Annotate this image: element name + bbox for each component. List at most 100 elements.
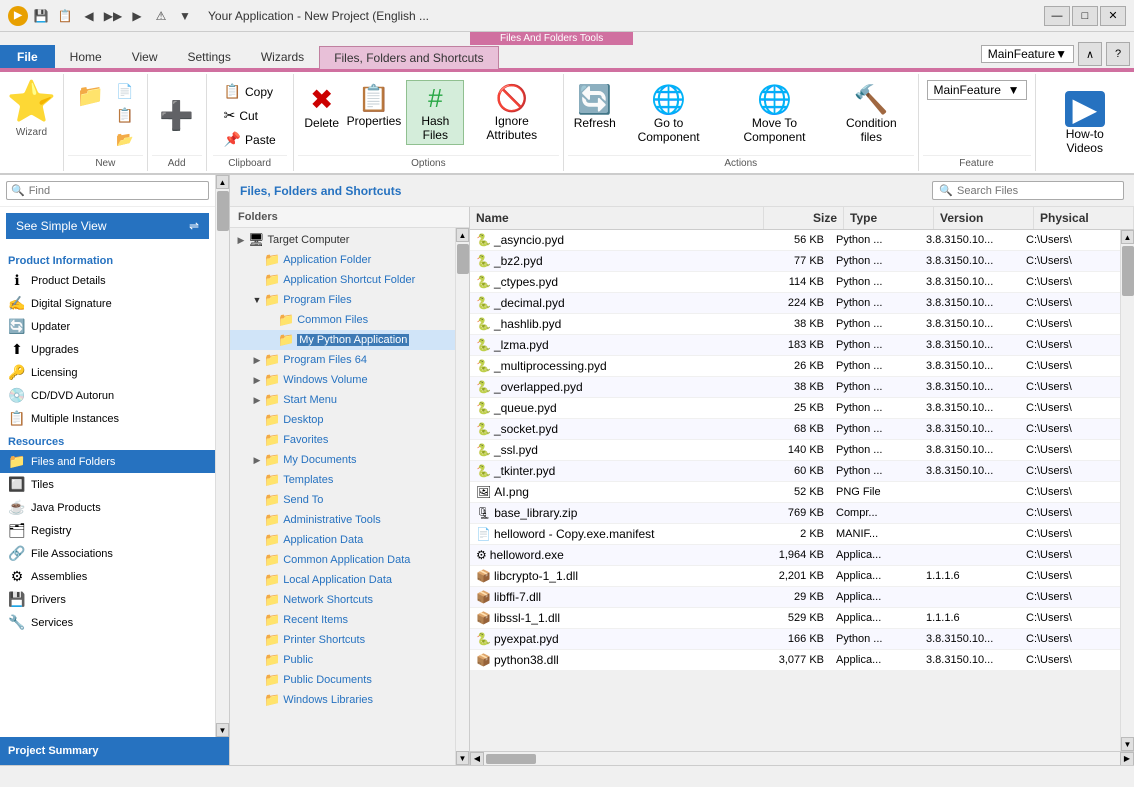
clipboard-quick-btn[interactable]: 📋 xyxy=(54,5,76,27)
refresh-btn[interactable]: 🔄 Refresh xyxy=(572,80,617,133)
sidebar-item-upgrades[interactable]: ⬆ Upgrades xyxy=(0,338,215,361)
sidebar-item-assemblies[interactable]: ⚙ Assemblies xyxy=(0,565,215,588)
hscroll-thumb[interactable] xyxy=(486,754,536,764)
table-row[interactable]: 🐍 _multiprocessing.pyd 26 KB Python ... … xyxy=(470,356,1120,377)
goto-component-btn[interactable]: 🌐 Go to Component xyxy=(621,80,716,147)
new-item-btn-2[interactable]: 📋 xyxy=(111,104,138,127)
table-row[interactable]: 🐍 _lzma.pyd 183 KB Python ... 3.8.3150.1… xyxy=(470,335,1120,356)
copy-btn[interactable]: 📋Copy xyxy=(217,80,283,103)
tree-item-favorites[interactable]: 📁 Favorites xyxy=(230,430,455,450)
sidebar-search-input[interactable] xyxy=(29,185,204,197)
sidebar-item-java-products[interactable]: ☕ Java Products xyxy=(0,496,215,519)
hscroll-left[interactable]: ◀ xyxy=(470,752,484,766)
tree-item-admin-tools[interactable]: 📁 Administrative Tools xyxy=(230,510,455,530)
sidebar-item-services[interactable]: 🔧 Services xyxy=(0,611,215,634)
paste-btn[interactable]: 📌Paste xyxy=(217,128,283,151)
table-row[interactable]: 📦 libffi-7.dll 29 KB Applica... C:\Users… xyxy=(470,587,1120,608)
new-item-btn-1[interactable]: 📄 xyxy=(111,80,138,103)
col-header-size[interactable]: Size xyxy=(764,207,844,229)
cut-btn[interactable]: ✂Cut xyxy=(217,104,283,127)
tab-view[interactable]: View xyxy=(117,45,173,68)
table-row[interactable]: 🗜 base_library.zip 769 KB Compr... C:\Us… xyxy=(470,503,1120,524)
save-quick-btn[interactable]: 💾 xyxy=(30,5,52,27)
col-header-version[interactable]: Version xyxy=(934,207,1034,229)
table-row[interactable]: 📦 libssl-1_1.dll 529 KB Applica... 1.1.1… xyxy=(470,608,1120,629)
table-row[interactable]: 🐍 _decimal.pyd 224 KB Python ... 3.8.315… xyxy=(470,293,1120,314)
tree-item-app-folder[interactable]: 📁 Application Folder xyxy=(230,250,455,270)
tree-scroll-up[interactable]: ▲ xyxy=(456,228,469,242)
tree-item-windows-libraries[interactable]: 📁 Windows Libraries xyxy=(230,690,455,710)
ignore-attributes-btn[interactable]: 🚫 Ignore Attributes xyxy=(468,80,555,145)
table-row[interactable]: 🐍 _queue.pyd 25 KB Python ... 3.8.3150.1… xyxy=(470,398,1120,419)
table-row[interactable]: 🐍 _overlapped.pyd 38 KB Python ... 3.8.3… xyxy=(470,377,1120,398)
table-row[interactable]: 🐍 pyexpat.pyd 166 KB Python ... 3.8.3150… xyxy=(470,629,1120,650)
table-row[interactable]: 🖼 AI.png 52 KB PNG File C:\Users\ xyxy=(470,482,1120,503)
col-header-type[interactable]: Type xyxy=(844,207,934,229)
run-btn[interactable]: ▶▶ xyxy=(102,5,124,27)
tree-item-program-files[interactable]: ▼ 📁 Program Files xyxy=(230,290,455,310)
sidebar-scroll-thumb[interactable] xyxy=(217,191,229,231)
tree-item-my-documents[interactable]: ▶ 📁 My Documents xyxy=(230,450,455,470)
tree-item-my-python-app[interactable]: 📁 My Python Application xyxy=(230,330,455,350)
tree-scroll-down[interactable]: ▼ xyxy=(456,751,469,765)
file-scroll-up[interactable]: ▲ xyxy=(1121,230,1134,244)
content-search-input[interactable] xyxy=(957,185,1117,197)
tree-item-windows-volume[interactable]: ▶ 📁 Windows Volume xyxy=(230,370,455,390)
tree-item-desktop[interactable]: 📁 Desktop xyxy=(230,410,455,430)
project-summary-btn[interactable]: Project Summary xyxy=(0,737,229,765)
table-row[interactable]: 📦 libcrypto-1_1.dll 2,201 KB Applica... … xyxy=(470,566,1120,587)
file-scroll-down[interactable]: ▼ xyxy=(1121,737,1134,751)
feature-dropdown-inline[interactable]: MainFeature ▼ xyxy=(927,80,1027,100)
warn-btn[interactable]: ⚠ xyxy=(150,5,172,27)
table-row[interactable]: 🐍 _asyncio.pyd 56 KB Python ... 3.8.3150… xyxy=(470,230,1120,251)
sidebar-item-multiple-instances[interactable]: 📋 Multiple Instances xyxy=(0,407,215,430)
tree-item-local-app-data[interactable]: 📁 Local Application Data xyxy=(230,570,455,590)
col-header-name[interactable]: Name xyxy=(470,207,764,229)
minimize-btn[interactable]: — xyxy=(1044,6,1070,26)
tree-item-start-menu[interactable]: ▶ 📁 Start Menu xyxy=(230,390,455,410)
sidebar-scroll-down[interactable]: ▼ xyxy=(216,723,229,737)
ribbon-collapse-btn[interactable]: ∧ xyxy=(1078,42,1102,66)
ribbon-help-btn[interactable]: ? xyxy=(1106,42,1130,66)
table-row[interactable]: 🐍 _tkinter.pyd 60 KB Python ... 3.8.3150… xyxy=(470,461,1120,482)
table-row[interactable]: 🐍 _ssl.pyd 140 KB Python ... 3.8.3150.10… xyxy=(470,440,1120,461)
tree-item-app-data[interactable]: 📁 Application Data xyxy=(230,530,455,550)
close-btn[interactable]: ✕ xyxy=(1100,6,1126,26)
properties-btn[interactable]: 📋 Properties xyxy=(346,80,402,131)
tree-item-recent-items[interactable]: 📁 Recent Items xyxy=(230,610,455,630)
table-row[interactable]: 📄 helloword - Copy.exe.manifest 2 KB MAN… xyxy=(470,524,1120,545)
tab-home[interactable]: Home xyxy=(55,45,117,68)
tab-settings[interactable]: Settings xyxy=(172,45,245,68)
tree-item-target-computer[interactable]: ▶ 🖥 Target Computer xyxy=(230,230,455,250)
sidebar-scrollbar[interactable]: ▲ ▼ xyxy=(215,175,229,737)
tree-item-common-files[interactable]: 📁 Common Files xyxy=(230,310,455,330)
maximize-btn[interactable]: □ xyxy=(1072,6,1098,26)
tree-item-templates[interactable]: 📁 Templates xyxy=(230,470,455,490)
sidebar-item-digital-signature[interactable]: ✍ Digital Signature xyxy=(0,292,215,315)
sidebar-item-updater[interactable]: 🔄 Updater xyxy=(0,315,215,338)
table-row[interactable]: 🐍 _hashlib.pyd 38 KB Python ... 3.8.3150… xyxy=(470,314,1120,335)
delete-btn[interactable]: ✖ Delete xyxy=(302,80,342,133)
tree-item-network-shortcuts[interactable]: 📁 Network Shortcuts xyxy=(230,590,455,610)
table-row[interactable]: 🐍 _bz2.pyd 77 KB Python ... 3.8.3150.10.… xyxy=(470,251,1120,272)
how-to-videos-btn[interactable]: ▶ How-to Videos xyxy=(1046,88,1125,158)
tree-item-common-app-data[interactable]: 📁 Common Application Data xyxy=(230,550,455,570)
move-to-component-btn[interactable]: 🌐 Move To Component xyxy=(720,80,829,147)
tree-item-send-to[interactable]: 📁 Send To xyxy=(230,490,455,510)
tree-item-public[interactable]: 📁 Public xyxy=(230,650,455,670)
table-row[interactable]: 🐍 _ctypes.pyd 114 KB Python ... 3.8.3150… xyxy=(470,272,1120,293)
see-simple-view-btn[interactable]: See Simple View ⇌ xyxy=(6,213,209,239)
back-btn[interactable]: ◀ xyxy=(78,5,100,27)
file-scrollbar[interactable]: ▲ ▼ xyxy=(1120,230,1134,751)
file-scroll-thumb[interactable] xyxy=(1122,246,1134,296)
tree-item-app-shortcut-folder[interactable]: 📁 Application Shortcut Folder xyxy=(230,270,455,290)
dropdown-btn[interactable]: ▼ xyxy=(174,5,196,27)
sidebar-scroll-up[interactable]: ▲ xyxy=(216,175,229,189)
tab-wizards[interactable]: Wizards xyxy=(246,45,319,68)
tree-item-printer-shortcuts[interactable]: 📁 Printer Shortcuts xyxy=(230,630,455,650)
tab-ffs[interactable]: Files, Folders and Shortcuts xyxy=(319,46,498,69)
sidebar-item-tiles[interactable]: 🔲 Tiles xyxy=(0,473,215,496)
sidebar-item-product-details[interactable]: ℹ Product Details xyxy=(0,269,215,292)
new-folder-btn[interactable]: 📁 xyxy=(72,80,109,112)
forward-btn[interactable]: ▶ xyxy=(126,5,148,27)
